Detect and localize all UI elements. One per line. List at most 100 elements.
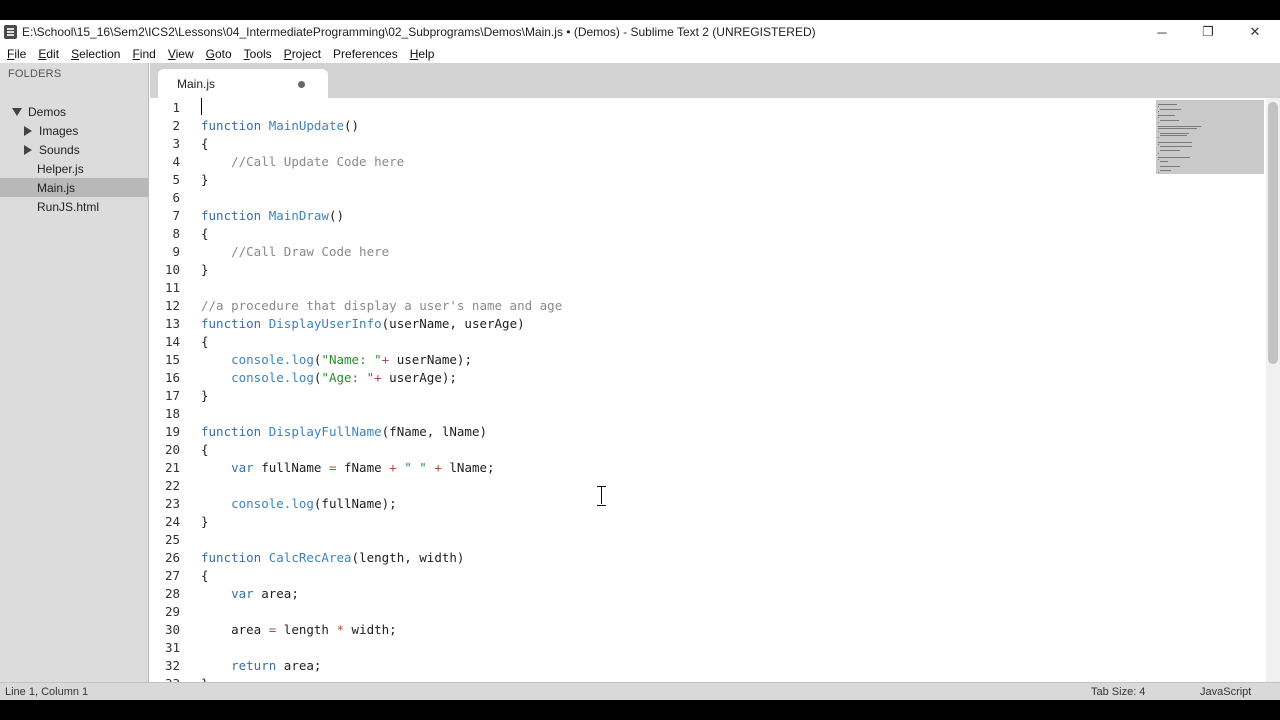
menu-preferences[interactable]: Preferences: [333, 47, 398, 61]
line-number-gutter: 1 2 3 4 5 6 7 8 9 10 11 12 13 14 15 16 17 18 19 20 21 22 23 24 2…: [150, 98, 200, 682]
sidebar-item-main-js[interactable]: Main.js: [0, 178, 149, 197]
close-button[interactable]: ✕: [1232, 20, 1278, 44]
sidebar-item-helper-js[interactable]: Helper.js: [0, 159, 149, 178]
menu-edit[interactable]: Edit: [38, 47, 59, 61]
sidebar-item-sounds[interactable]: Sounds: [0, 140, 149, 159]
menu-selection[interactable]: Selection: [71, 47, 120, 61]
code-line[interactable]: {: [201, 567, 209, 585]
sidebar-item-label: Main.js: [37, 180, 76, 195]
sidebar-item-demos[interactable]: Demos: [0, 102, 149, 121]
sidebar-header: FOLDERS: [8, 68, 62, 80]
sidebar-item-label: Sounds: [39, 142, 80, 157]
code-line[interactable]: function MainUpdate(): [201, 117, 359, 135]
minimap[interactable]: [1156, 98, 1264, 208]
menu-file[interactable]: File: [7, 47, 26, 61]
sidebar-item-runjs-html[interactable]: RunJS.html: [0, 197, 149, 216]
window-title: E:\School\15_16\Sem2\ICS2\Lessons\04_Int…: [22, 25, 816, 39]
code-line[interactable]: function MainDraw(): [201, 207, 344, 225]
code-line[interactable]: function CalcRecArea(length, width): [201, 549, 464, 567]
tab-main-js[interactable]: Main.js: [158, 69, 328, 98]
code-line[interactable]: function DisplayUserInfo(userName, userA…: [201, 315, 525, 333]
code-line[interactable]: {: [201, 225, 209, 243]
minimap-line: [1158, 115, 1176, 117]
code-line[interactable]: console.log(fullName);: [201, 495, 397, 513]
folder-expanded-icon[interactable]: [12, 107, 22, 116]
line-number: 6: [172, 190, 180, 205]
code-line[interactable]: var fullName = fName + " " + lName;: [201, 459, 494, 477]
menu-view[interactable]: View: [168, 47, 194, 61]
line-number: 29: [164, 604, 180, 619]
restore-button[interactable]: ❐: [1185, 20, 1231, 44]
menu-tools[interactable]: Tools: [244, 47, 272, 61]
line-number: 30: [164, 622, 180, 637]
code-line[interactable]: }: [201, 261, 209, 279]
line-number: 1: [172, 100, 180, 115]
minimap-line: [1160, 135, 1188, 136]
minimap-line: [1158, 137, 1159, 139]
line-number: 23: [164, 496, 180, 511]
ibeam-cursor-icon: [597, 486, 606, 506]
code-line[interactable]: //Call Draw Code here: [201, 243, 389, 261]
sidebar-item-images[interactable]: Images: [0, 121, 149, 140]
sidebar-item-label: Helper.js: [37, 161, 84, 176]
minimap-line: [1158, 130, 1159, 132]
line-number: 8: [172, 226, 180, 241]
line-number: 33: [150, 675, 180, 682]
code-line[interactable]: area = length * width;: [201, 621, 397, 639]
code-area[interactable]: function MainUpdate(){ //Call Update Cod…: [201, 98, 1151, 682]
code-line[interactable]: }: [201, 513, 209, 531]
code-line[interactable]: //a procedure that display a user's name…: [201, 297, 562, 315]
minimap-line: [1158, 143, 1159, 145]
menu-help[interactable]: Help: [410, 47, 435, 61]
line-number: 32: [164, 658, 180, 673]
line-number: 21: [164, 460, 180, 475]
sidebar-item-label: RunJS.html: [37, 199, 100, 214]
line-number: 12: [164, 298, 180, 313]
code-line[interactable]: {: [201, 333, 209, 351]
folder-collapsed-icon[interactable]: [24, 125, 32, 136]
line-number: 15: [164, 352, 180, 367]
code-line[interactable]: {: [201, 441, 209, 459]
tab-label: Main.js: [177, 77, 216, 91]
tab-size-indicator[interactable]: Tab Size: 4: [1091, 686, 1145, 698]
line-number: 31: [164, 640, 180, 655]
line-number: 13: [164, 316, 180, 331]
sublime-window: E:\School\15_16\Sem2\ICS2\Lessons\04_Int…: [0, 20, 1280, 700]
letterbox-bottom: [0, 700, 1280, 720]
menu-project[interactable]: Project: [284, 47, 321, 61]
minimap-line: [1158, 110, 1159, 112]
code-editor[interactable]: 1 2 3 4 5 6 7 8 9 10 11 12 13 14 15 16 17 18 19 20 21 22 23 24 2…: [150, 98, 1280, 682]
code-line[interactable]: console.log("Name: "+ userName);: [201, 351, 472, 369]
minimize-button[interactable]: ─: [1139, 20, 1185, 44]
menu-find[interactable]: Find: [132, 47, 155, 61]
minimap-line: [1158, 106, 1159, 108]
scrollbar-thumb[interactable]: [1268, 102, 1278, 364]
tab-bar: Main.js: [150, 63, 1280, 98]
code-line[interactable]: //Call Update Code here: [201, 153, 404, 171]
code-line[interactable]: return area;: [201, 657, 321, 675]
line-number: 14: [164, 334, 180, 349]
minimap-line: [1158, 117, 1159, 119]
line-number: 3: [172, 136, 180, 151]
minimap-line: [1158, 128, 1197, 130]
modified-dot-icon[interactable]: [298, 81, 305, 88]
sidebar: FOLDERS Demos Images Sounds Helper.js Main.j…: [0, 63, 149, 682]
code-line[interactable]: }: [201, 171, 209, 189]
code-line[interactable]: }: [201, 675, 209, 682]
minimap-viewport[interactable]: [1156, 100, 1264, 174]
vertical-scrollbar[interactable]: [1266, 98, 1280, 682]
code-line[interactable]: var area;: [201, 585, 299, 603]
code-line[interactable]: console.log("Age: "+ userAge);: [201, 369, 457, 387]
code-line[interactable]: }: [201, 387, 209, 405]
menu-goto[interactable]: Goto: [206, 47, 232, 61]
title-bar: E:\School\15_16\Sem2\ICS2\Lessons\04_Int…: [0, 20, 1280, 44]
sidebar-item-label: Demos: [28, 104, 67, 119]
sublime-text-icon: [4, 25, 17, 39]
syntax-indicator[interactable]: JavaScript: [1200, 686, 1251, 698]
code-line[interactable]: function DisplayFullName(fName, lName): [201, 423, 487, 441]
folder-collapsed-icon[interactable]: [24, 144, 32, 155]
line-number: 5: [172, 172, 180, 187]
line-number: 25: [164, 532, 180, 547]
code-line[interactable]: {: [201, 135, 209, 153]
minimap-line: [1158, 152, 1159, 154]
